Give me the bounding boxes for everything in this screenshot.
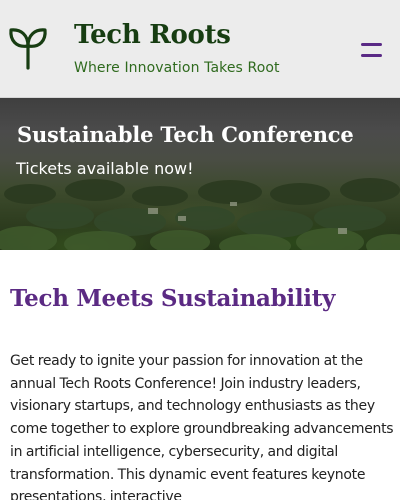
site-title[interactable]: Tech Roots	[74, 20, 231, 50]
hamburger-menu-button[interactable]	[354, 38, 388, 64]
hero-title: Sustainable Tech Conference	[17, 122, 354, 147]
hero-subtitle[interactable]: Tickets available now!	[16, 159, 194, 178]
site-tagline: Where Innovation Takes Root	[74, 60, 280, 76]
intro-paragraph: Get ready to ignite your passion for inn…	[10, 353, 394, 500]
site-header: Tech Roots Where Innovation Takes Root	[0, 0, 400, 98]
page: Tech Roots Where Innovation Takes Root S…	[0, 0, 400, 500]
hero-banner: Sustainable Tech Conference Tickets avai…	[0, 98, 400, 250]
sprout-icon[interactable]	[8, 22, 48, 70]
section-heading: Tech Meets Sustainability	[10, 285, 336, 312]
hamburger-menu-icon	[361, 43, 382, 46]
hamburger-menu-icon-bar	[361, 54, 382, 57]
